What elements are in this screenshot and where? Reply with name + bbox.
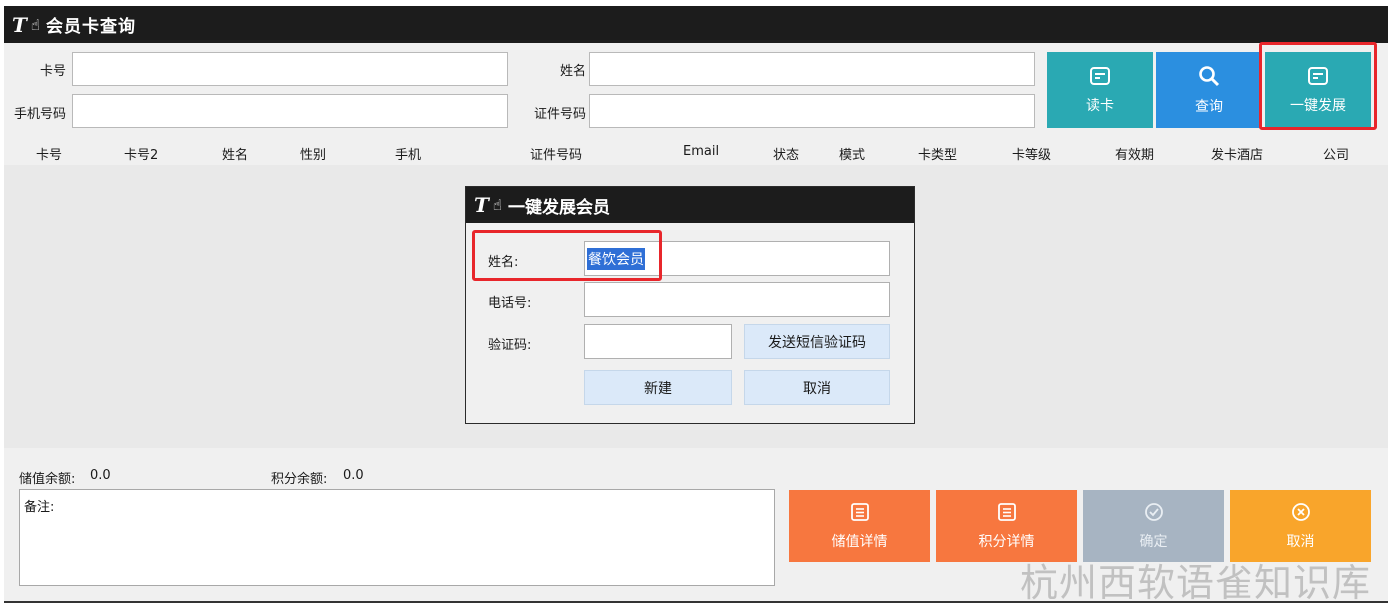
query-button[interactable]: 查询 — [1156, 52, 1262, 128]
dialog-title: 一键发展会员 — [508, 197, 611, 218]
column-header[interactable]: 公司 — [1323, 144, 1349, 163]
quick-register-button[interactable]: 一键发展 — [1265, 52, 1371, 128]
title-bar: T ☝ 会员卡查询 — [4, 6, 1388, 43]
check-circle-icon — [1144, 502, 1164, 528]
points-details-label: 积分详情 — [978, 533, 1035, 550]
stored-details-label: 储值详情 — [831, 533, 888, 550]
dialog-name-input[interactable]: 餐饮会员 — [584, 241, 890, 276]
app-logo: T — [12, 12, 27, 37]
card-icon — [1307, 66, 1329, 91]
list-icon — [850, 502, 870, 528]
column-header[interactable]: 卡类型 — [918, 144, 957, 163]
member-card-query-window: T ☝ 会员卡查询 卡号 姓名 手机号码 证件号码 读卡 查询 一键发展 卡号 … — [4, 6, 1388, 605]
send-sms-code-button[interactable]: 发送短信验证码 — [744, 324, 890, 359]
column-header[interactable]: 卡号2 — [124, 144, 158, 163]
remarks-label: 备注: — [24, 500, 55, 515]
card-no-input[interactable] — [72, 52, 508, 86]
search-icon — [1198, 65, 1220, 92]
card-icon — [1089, 66, 1111, 91]
quick-register-label: 一键发展 — [1290, 97, 1346, 114]
dialog-code-label: 验证码: — [488, 338, 532, 353]
quick-register-dialog: T ☝ 一键发展会员 姓名: 餐饮会员 电话号: 验证码: 发送短信验证码 新建… — [465, 186, 915, 424]
column-header[interactable]: Email — [683, 144, 719, 159]
cancel-label: 取消 — [1286, 533, 1315, 550]
window-title: 会员卡查询 — [46, 17, 137, 37]
dialog-phone-input[interactable] — [584, 282, 890, 317]
id-no-label: 证件号码 — [533, 107, 586, 122]
column-header[interactable]: 状态 — [773, 144, 799, 163]
column-header[interactable]: 有效期 — [1115, 144, 1154, 163]
phone-label: 手机号码 — [13, 107, 66, 122]
dialog-phone-label: 电话号: — [488, 296, 532, 311]
points-balance-value: 0.0 — [343, 468, 364, 483]
column-header[interactable]: 发卡酒店 — [1211, 144, 1263, 163]
app-logo: T — [474, 193, 489, 217]
stored-balance-label: 储值余额: — [19, 472, 76, 487]
column-header[interactable]: 性别 — [300, 144, 326, 163]
confirm-label: 确定 — [1139, 533, 1168, 550]
hand-pointer-icon: ☝ — [30, 15, 41, 34]
column-header[interactable]: 证件号码 — [530, 144, 582, 163]
column-header[interactable]: 卡号 — [36, 144, 62, 163]
query-label: 查询 — [1195, 98, 1223, 115]
hand-pointer-icon: ☝ — [492, 196, 503, 214]
column-header[interactable]: 手机 — [395, 144, 421, 163]
name-input[interactable] — [589, 52, 1035, 86]
dialog-title-bar: T ☝ 一键发展会员 — [466, 187, 914, 223]
column-header[interactable]: 姓名 — [222, 144, 248, 163]
card-no-label: 卡号 — [39, 64, 66, 79]
dialog-cancel-button[interactable]: 取消 — [744, 370, 890, 405]
read-card-label: 读卡 — [1086, 97, 1114, 114]
id-no-input[interactable] — [589, 94, 1035, 128]
close-circle-icon — [1291, 502, 1311, 528]
dialog-code-input[interactable] — [584, 324, 732, 359]
column-header[interactable]: 卡等级 — [1012, 144, 1051, 163]
dialog-name-label: 姓名: — [488, 255, 519, 270]
name-label: 姓名 — [559, 64, 586, 79]
column-header[interactable]: 模式 — [839, 144, 865, 163]
dialog-name-value: 餐饮会员 — [587, 247, 645, 270]
create-button[interactable]: 新建 — [584, 370, 732, 405]
phone-input[interactable] — [72, 94, 508, 128]
read-card-button[interactable]: 读卡 — [1047, 52, 1153, 128]
remarks-field[interactable]: 备注: — [19, 489, 775, 586]
result-table-header: 卡号 卡号2 姓名 性别 手机 证件号码 Email 状态 模式 卡类型 卡等级… — [4, 139, 1388, 165]
stored-balance-value: 0.0 — [90, 468, 111, 483]
stored-details-button[interactable]: 储值详情 — [789, 490, 930, 562]
points-balance-label: 积分余额: — [271, 472, 328, 487]
watermark-text: 杭州西软语雀知识库 — [1020, 561, 1372, 605]
list-icon — [997, 502, 1017, 528]
